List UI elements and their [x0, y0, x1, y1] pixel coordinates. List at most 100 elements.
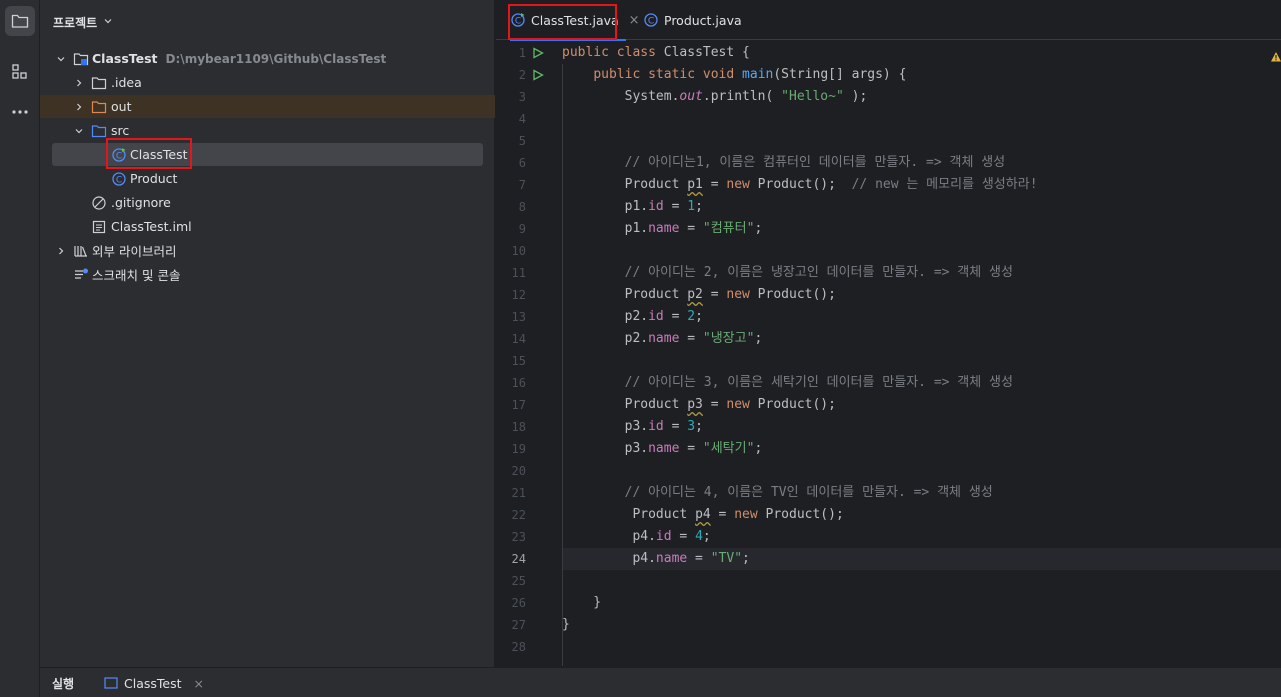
- run-class-icon[interactable]: [532, 42, 546, 64]
- tree-item-iml[interactable]: ClassTest.iml: [52, 215, 483, 238]
- line-number: 2: [518, 68, 526, 82]
- tree-item-src[interactable]: src: [52, 119, 483, 142]
- tree-item-label: src: [111, 123, 130, 138]
- chevron-down-icon[interactable]: [73, 125, 85, 137]
- line-number: 10: [511, 244, 526, 258]
- tree-item-classtest-class[interactable]: C ClassTest: [52, 143, 483, 166]
- svg-text:C: C: [116, 175, 122, 185]
- svg-text:C: C: [648, 17, 654, 27]
- code-line[interactable]: // 아이디는 3, 이름은 세탁기인 데이터를 만들자. => 객체 생성: [562, 372, 1281, 394]
- tree-item-gitignore[interactable]: .gitignore: [52, 191, 483, 214]
- chevron-right-icon[interactable]: [55, 245, 67, 257]
- code-line[interactable]: p1.id = 1;: [562, 196, 1281, 218]
- run-tab-classtest[interactable]: ClassTest ×: [104, 672, 204, 694]
- code-line[interactable]: p4.id = 4;: [562, 526, 1281, 548]
- run-main-icon[interactable]: [532, 64, 546, 86]
- code-line[interactable]: [562, 350, 1281, 372]
- code-line[interactable]: [562, 108, 1281, 130]
- code-line[interactable]: Product p4 = new Product();: [562, 504, 1281, 526]
- line-number: 28: [511, 640, 526, 654]
- tree-item-out[interactable]: out: [40, 95, 495, 118]
- close-icon[interactable]: ×: [629, 13, 640, 28]
- structure-icon[interactable]: [5, 57, 35, 87]
- java-class-icon: C: [111, 171, 127, 187]
- line-number: 22: [511, 508, 526, 522]
- folder-icon[interactable]: [5, 6, 35, 36]
- tree-item-label: .gitignore: [111, 195, 171, 210]
- code-line[interactable]: Product p3 = new Product();: [562, 394, 1281, 416]
- warning-icon[interactable]: [1270, 48, 1281, 62]
- line-number: 27: [511, 618, 526, 632]
- code-line[interactable]: [562, 460, 1281, 482]
- code-line[interactable]: p2.id = 2;: [562, 306, 1281, 328]
- code-line[interactable]: p3.name = "세탁기";: [562, 438, 1281, 460]
- code-line[interactable]: }: [562, 614, 1281, 636]
- svg-text:C: C: [116, 151, 122, 161]
- run-tool-label[interactable]: 실행: [52, 675, 74, 692]
- tree-item-classtest-project[interactable]: ClassTest D:\mybear1109\Github\ClassTest: [52, 47, 483, 70]
- line-number: 9: [518, 222, 526, 236]
- code-area[interactable]: public class ClassTest { public static v…: [562, 42, 1281, 667]
- tree-item-scratches[interactable]: 스크래치 및 콘솔: [52, 263, 483, 286]
- code-line[interactable]: [562, 636, 1281, 658]
- tree-item-idea[interactable]: .idea: [52, 71, 483, 94]
- code-line[interactable]: [562, 130, 1281, 152]
- console-icon: [104, 677, 118, 689]
- more-icon[interactable]: [5, 97, 35, 127]
- code-line[interactable]: Product p2 = new Product();: [562, 284, 1281, 306]
- tab-label: ClassTest.java: [531, 12, 619, 28]
- tree-item-external-libraries[interactable]: 외부 라이브러리: [52, 239, 483, 262]
- code-line[interactable]: [562, 570, 1281, 592]
- line-number: 16: [511, 376, 526, 390]
- line-number: 19: [511, 442, 526, 456]
- tab-classtest-java[interactable]: C ClassTest.java ×: [510, 0, 640, 41]
- java-class-runnable-icon: C: [510, 12, 526, 28]
- tree-item-label: ClassTest: [130, 147, 188, 162]
- tree-item-label: ClassTest D:\mybear1109\Github\ClassTest: [92, 51, 387, 66]
- code-line[interactable]: p4.name = "TV";: [562, 548, 1281, 570]
- line-number: 3: [518, 90, 526, 104]
- code-line[interactable]: Product p1 = new Product(); // new 는 메모리…: [562, 174, 1281, 196]
- code-line[interactable]: p3.id = 3;: [562, 416, 1281, 438]
- chevron-down-icon[interactable]: [55, 53, 67, 65]
- tab-label: Product.java: [664, 12, 742, 28]
- code-line[interactable]: [562, 240, 1281, 262]
- excluded-folder-icon: [91, 99, 107, 115]
- line-number: 21: [511, 486, 526, 500]
- project-panel-title: 프로젝트: [53, 15, 98, 30]
- code-line[interactable]: p1.name = "컴퓨터";: [562, 218, 1281, 240]
- java-class-runnable-icon: C: [111, 147, 127, 163]
- tool-window-strip: [0, 0, 40, 697]
- code-line[interactable]: System.out.println( "Hello~" );: [562, 86, 1281, 108]
- svg-text:C: C: [515, 17, 521, 27]
- code-line[interactable]: }: [562, 592, 1281, 614]
- line-number: 26: [511, 596, 526, 610]
- project-path: D:\mybear1109\Github\ClassTest: [165, 52, 387, 66]
- source-folder-icon: [91, 123, 107, 139]
- library-icon: [73, 243, 89, 259]
- line-number: 5: [518, 134, 526, 148]
- line-number: 23: [511, 530, 526, 544]
- line-number-current: 24: [511, 552, 526, 566]
- line-number: 13: [511, 310, 526, 324]
- java-class-icon: C: [643, 12, 659, 28]
- tab-product-java[interactable]: C Product.java: [643, 0, 753, 40]
- module-file-icon: [91, 219, 107, 235]
- chevron-right-icon[interactable]: [73, 101, 85, 113]
- code-line[interactable]: // 아이디는 2, 이름은 냉장고인 데이터를 만들자. => 객체 생성: [562, 262, 1281, 284]
- line-number: 25: [511, 574, 526, 588]
- tree-item-product[interactable]: C Product: [52, 167, 483, 190]
- bottom-tool-bar: 실행 ClassTest ×: [40, 667, 1281, 697]
- line-number: 7: [518, 178, 526, 192]
- code-line[interactable]: public class ClassTest {: [562, 42, 1281, 64]
- close-icon[interactable]: ×: [194, 676, 204, 691]
- chevron-down-icon: [103, 15, 113, 29]
- code-line[interactable]: p2.name = "냉장고";: [562, 328, 1281, 350]
- code-line[interactable]: public static void main(String[] args) {: [562, 64, 1281, 86]
- code-line[interactable]: // 아이디는1, 이름은 컴퓨터인 데이터를 만들자. => 객체 생성: [562, 152, 1281, 174]
- code-line[interactable]: // 아이디는 4, 이름은 TV인 데이터를 만들자. => 객체 생성: [562, 482, 1281, 504]
- chevron-right-icon[interactable]: [73, 77, 85, 89]
- project-panel-header[interactable]: 프로젝트: [53, 12, 113, 32]
- line-number: 6: [518, 156, 526, 170]
- editor-tab-bar: C ClassTest.java × C Product.java: [496, 0, 1281, 41]
